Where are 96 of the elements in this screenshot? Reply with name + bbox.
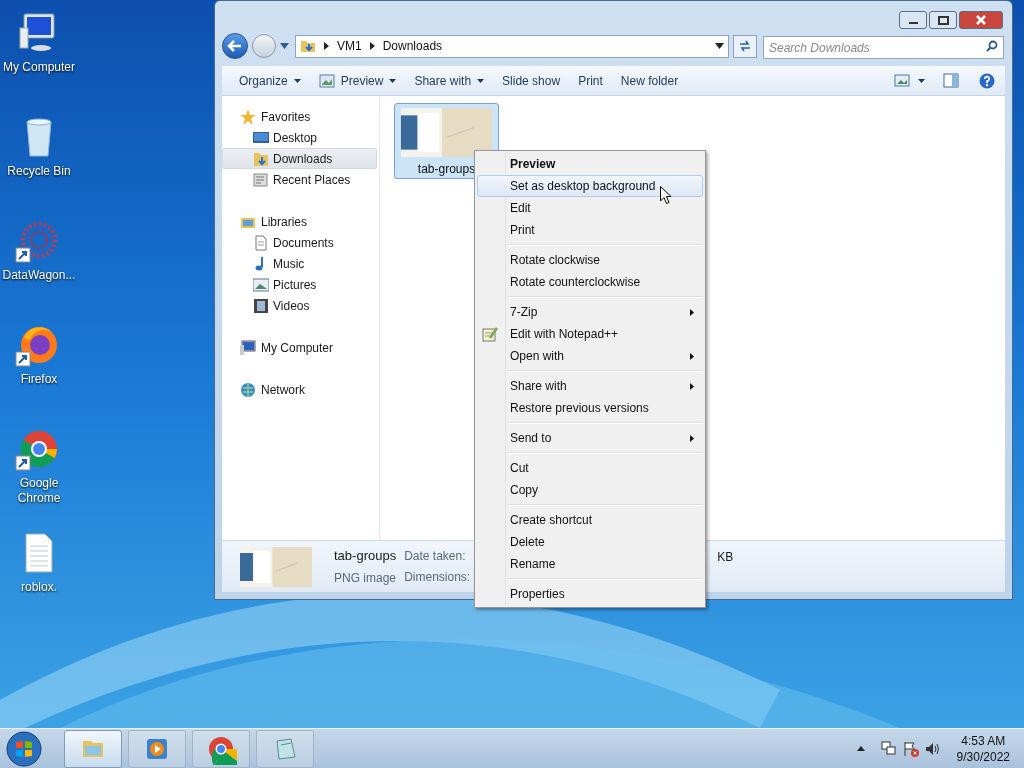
show-hidden-icons-icon[interactable] (856, 746, 865, 751)
pictures-icon (253, 276, 269, 293)
dropdown-arrow-icon[interactable] (715, 43, 724, 49)
nav-item[interactable]: Documents (222, 232, 377, 253)
network-icon (240, 381, 256, 398)
dropdown-arrow-icon (918, 78, 925, 83)
detail-label: Date taken: (404, 548, 467, 565)
breadcrumb-item[interactable]: VM1 (337, 37, 362, 55)
search-icon (986, 39, 998, 52)
mouse-pointer-icon (660, 186, 672, 205)
computer-icon (240, 339, 256, 356)
menu-item[interactable]: Rename (477, 553, 703, 575)
refresh-icon (738, 40, 752, 52)
desktop-icon-label[interactable]: Recycle Bin (0, 164, 78, 179)
breadcrumb-item[interactable]: Downloads (382, 37, 443, 55)
nav-item[interactable]: Pictures (222, 274, 377, 295)
downloads-icon (253, 150, 269, 167)
nav-group-header[interactable]: My Computer (222, 337, 379, 358)
minimize-button[interactable] (899, 11, 927, 29)
dropdown-arrow-icon (389, 78, 397, 83)
recent-icon (253, 171, 269, 188)
menu-item[interactable]: Properties (477, 583, 703, 605)
nav-group-header[interactable]: Libraries (222, 211, 379, 232)
menu-item[interactable]: Rotate counterclockwise (477, 271, 703, 293)
toolbar-button[interactable]: Organize (230, 68, 310, 93)
menu-item[interactable]: Create shortcut (477, 509, 703, 531)
menu-item[interactable]: Rotate clockwise (477, 249, 703, 271)
file-name: tab-groups (417, 161, 476, 178)
menu-item[interactable]: Edit with Notepad++ (477, 323, 703, 345)
nav-item[interactable]: Desktop (222, 127, 377, 148)
search-field[interactable]: Search Downloads (763, 36, 1004, 59)
breadcrumb-arrow-icon[interactable] (324, 42, 329, 50)
breadcrumb-arrow-icon[interactable] (369, 42, 375, 50)
maximize-button[interactable] (929, 11, 957, 29)
dropdown-arrow-icon (293, 78, 301, 83)
file-item[interactable]: tab-groups (394, 103, 499, 179)
nav-group-header[interactable]: Network (222, 379, 379, 400)
menu-item[interactable]: Set as desktop background (477, 175, 703, 197)
nav-item[interactable]: Recent Places (222, 169, 377, 190)
menu-item[interactable]: Delete (477, 531, 703, 553)
help-icon[interactable] (979, 72, 995, 89)
nav-item[interactable]: Music (222, 253, 377, 274)
toolbar-button[interactable]: Print (569, 68, 612, 93)
address-bar[interactable]: VM1 Downloads (295, 34, 729, 58)
file-size-unit: KB (717, 549, 734, 566)
file-type: PNG image (334, 569, 397, 587)
toolbar-button[interactable]: Preview (309, 68, 406, 93)
clock[interactable]: 4:53 AM 9/30/2022 (956, 732, 1010, 765)
menu-item[interactable]: Share with (477, 375, 703, 397)
submenu-arrow-icon (690, 382, 694, 390)
menu-item[interactable]: Send to (477, 427, 703, 449)
toolbar-button[interactable]: New folder (611, 68, 688, 93)
close-button[interactable] (959, 11, 1003, 29)
nav-item[interactable]: Videos (222, 295, 377, 316)
submenu-arrow-icon (690, 434, 694, 442)
start-button[interactable] (4, 728, 44, 768)
menu-item[interactable]: Restore previous versions (477, 397, 703, 419)
detail-label: Dimensions: (404, 569, 471, 586)
toolbar-button[interactable]: Slide show (493, 68, 570, 93)
menu-item[interactable]: Open with (477, 345, 703, 367)
nav-group-header[interactable]: Favorites (222, 106, 379, 127)
menu-item[interactable]: Cut (477, 457, 703, 479)
taskbar-button[interactable] (192, 729, 250, 768)
back-arrow-icon (227, 39, 243, 53)
menu-item[interactable]: Copy (477, 479, 703, 501)
file-name: tab-groups (334, 547, 397, 566)
desktop-icon (253, 129, 269, 146)
dropdown-arrow-icon (477, 78, 485, 83)
toolbar-button[interactable]: Share with (405, 68, 494, 93)
desktop-icon-label[interactable]: My Computer (0, 60, 78, 75)
maximize-icon (937, 15, 949, 25)
desktop-icon-label[interactable]: DataWagon... (0, 268, 78, 283)
desktop-icon-label[interactable]: Google Chrome (0, 476, 78, 506)
minimize-icon (908, 22, 918, 24)
network-icon[interactable] (880, 740, 897, 757)
menu-item[interactable]: Print (477, 219, 703, 241)
view-icon (894, 74, 910, 87)
preview-icon (318, 73, 335, 88)
flag-icon[interactable] (902, 740, 919, 757)
document-icon (253, 234, 269, 251)
submenu-arrow-icon (690, 308, 694, 316)
menu-item[interactable]: Edit (477, 197, 703, 219)
taskbar-button[interactable] (64, 729, 122, 768)
close-icon (976, 15, 986, 25)
desktop-icon-label[interactable]: Firefox (0, 372, 78, 387)
nav-item[interactable]: Downloads (222, 148, 377, 169)
menu-item[interactable]: 7-Zip (477, 301, 703, 323)
view-options-button[interactable] (894, 74, 925, 87)
taskbar-button[interactable] (128, 729, 186, 768)
submenu-arrow-icon (690, 352, 694, 360)
folder-icon (300, 38, 316, 54)
notepad-icon (482, 326, 498, 342)
videos-icon (253, 297, 269, 314)
star-icon (240, 108, 256, 125)
back-button[interactable] (222, 33, 248, 59)
refresh-button[interactable] (733, 34, 757, 58)
